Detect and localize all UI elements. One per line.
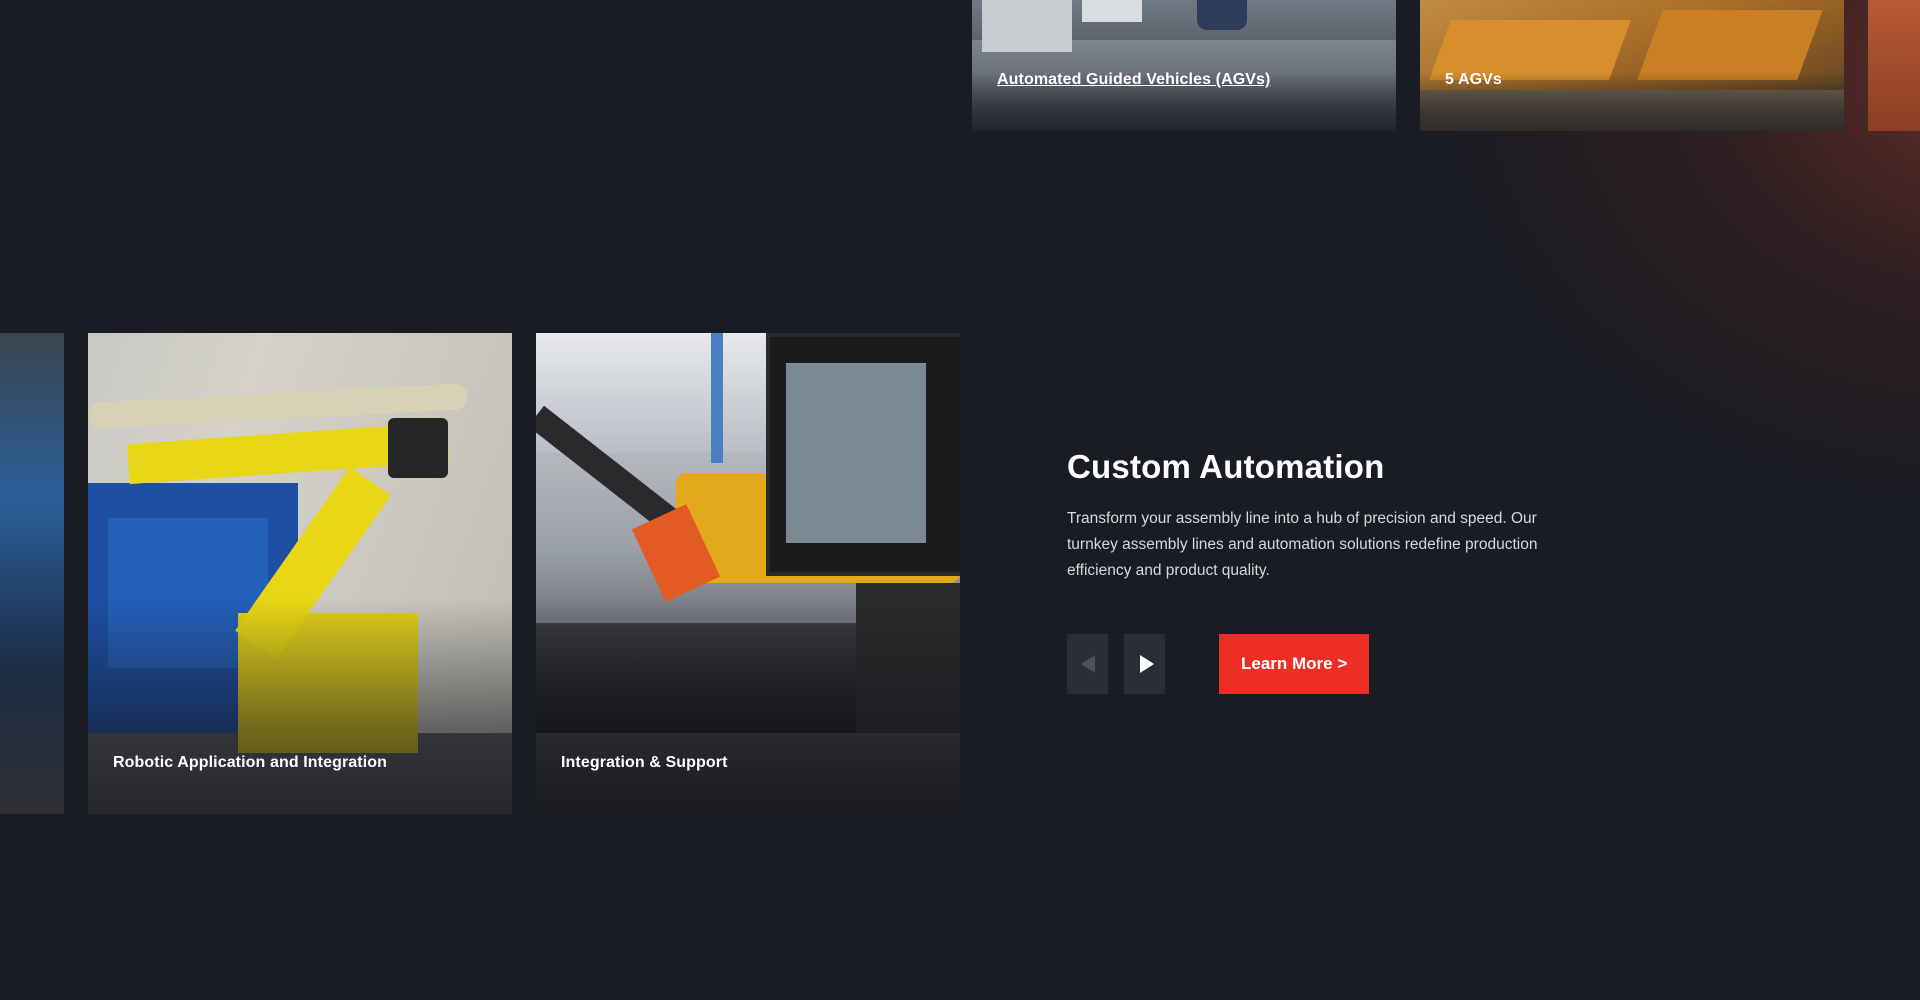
card-shade [536,597,960,814]
chevron-left-icon [1080,655,1095,673]
agv-vehicle [1637,10,1823,80]
prev-button[interactable] [1067,634,1108,694]
carousel-controls: Learn More > [1067,634,1370,694]
section-content: Custom Automation Transform your assembl… [1067,448,1587,584]
next-button[interactable] [1124,634,1165,694]
factory-pillar [711,333,723,463]
card-agvs[interactable]: Automated Guided Vehicles (AGVs) [972,0,1396,131]
card-title: Integration & Support [561,754,728,771]
learn-more-button[interactable]: Learn More > [1219,634,1370,694]
page: Automated Guided Vehicles (AGVs) 5 AGVs … [0,0,1920,1000]
excavator-cab-glass [786,363,926,543]
card-robotic-application[interactable]: Robotic Application and Integration [88,333,512,814]
card-title[interactable]: Automated Guided Vehicles (AGVs) [997,71,1270,89]
partial-photo [0,333,64,814]
section-heading: Custom Automation [1067,448,1385,485]
card-partial[interactable] [1868,0,1920,131]
card-shade [88,597,512,814]
section-description: Transform your assembly line into a hub … [1067,510,1538,579]
card-title: 5 AGVs [1445,71,1502,88]
card-integration-support[interactable]: Integration & Support [536,333,960,814]
card-5-agvs[interactable]: 5 AGVs [1420,0,1844,131]
machine [1082,0,1142,22]
partial-photo [1868,0,1920,131]
card-title: Robotic Application and Integration [113,754,388,771]
robot-joint [388,418,448,478]
chevron-right-icon [1139,655,1154,673]
worker [1197,0,1247,30]
card-partial[interactable] [0,333,64,814]
machine [982,0,1072,52]
